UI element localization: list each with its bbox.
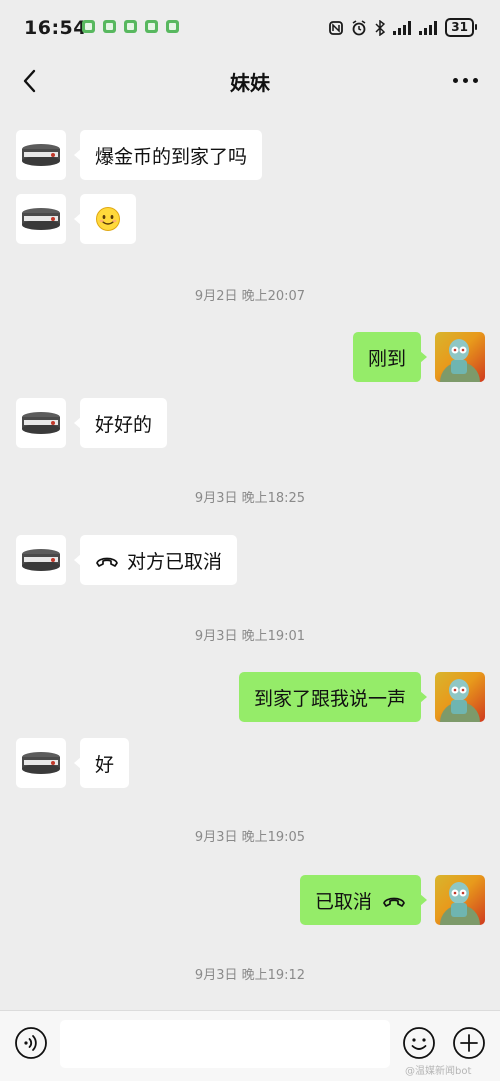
hang-up-phone-icon bbox=[96, 557, 118, 567]
contact-avatar[interactable] bbox=[16, 398, 66, 448]
chat-header: 妹妹 bbox=[0, 56, 500, 106]
message-input[interactable] bbox=[60, 1020, 390, 1068]
timestamp: 9月2日 晚上20:07 bbox=[194, 289, 306, 304]
hang-up-phone-icon bbox=[383, 897, 405, 907]
wechat-notification-icon bbox=[103, 20, 116, 33]
message-text: 到家了跟我说一声 bbox=[253, 687, 406, 710]
watermark: @温媒新闻bot bbox=[405, 1066, 472, 1077]
message-row: 刚到 bbox=[352, 332, 485, 382]
wechat-notification-icon bbox=[166, 20, 179, 33]
signal-icon bbox=[393, 20, 412, 35]
contact-avatar[interactable] bbox=[16, 130, 66, 180]
message-row: 爆金币的到家了吗 bbox=[16, 130, 263, 180]
message-text: 刚到 bbox=[367, 347, 406, 370]
alarm-icon bbox=[352, 19, 366, 35]
chat-title: 妹妹 bbox=[230, 71, 270, 95]
clock: 16:54 bbox=[24, 17, 87, 39]
user-avatar-image bbox=[440, 679, 480, 722]
message-row: 已取消 bbox=[299, 875, 485, 925]
message-bubble[interactable]: 爆金币的到家了吗 bbox=[73, 130, 263, 180]
wechat-notification-icon bbox=[145, 20, 158, 33]
user-avatar[interactable] bbox=[435, 332, 485, 382]
contact-avatar-image bbox=[22, 208, 60, 230]
message-bubble[interactable]: 好 bbox=[73, 738, 130, 788]
bluetooth-icon bbox=[375, 19, 386, 36]
more-options-icon[interactable] bbox=[453, 78, 478, 83]
message-text: 好好的 bbox=[95, 413, 153, 436]
wechat-notification-icon bbox=[124, 20, 137, 33]
contact-avatar-image bbox=[22, 144, 60, 166]
message-row: 好 bbox=[16, 738, 130, 788]
message-text: 已取消 bbox=[314, 890, 372, 913]
message-text: 爆金币的到家了吗 bbox=[95, 145, 248, 168]
timestamp: 9月3日 晚上19:01 bbox=[194, 629, 306, 644]
add-more-icon[interactable] bbox=[452, 1026, 486, 1060]
contact-avatar[interactable] bbox=[16, 738, 66, 788]
notification-icons bbox=[82, 20, 179, 33]
message-bubble[interactable]: 好好的 bbox=[73, 398, 168, 448]
status-bar: 16:54 31 bbox=[0, 0, 500, 56]
message-row: 到家了跟我说一声 bbox=[238, 672, 485, 722]
contact-avatar[interactable] bbox=[16, 535, 66, 585]
smiling-face-emoji-icon bbox=[96, 207, 120, 231]
nfc-icon bbox=[329, 20, 344, 35]
wechat-notification-icon bbox=[82, 20, 95, 33]
message-text: 好 bbox=[95, 753, 115, 776]
call-record-bubble[interactable]: 已取消 bbox=[299, 875, 428, 925]
call-record-bubble[interactable]: 对方已取消 bbox=[73, 535, 238, 585]
voice-input-icon[interactable] bbox=[14, 1026, 48, 1060]
user-avatar[interactable] bbox=[435, 672, 485, 722]
message-row: 好好的 bbox=[16, 398, 168, 448]
message-bubble[interactable]: 到家了跟我说一声 bbox=[238, 672, 428, 722]
emoji-icon[interactable] bbox=[402, 1026, 436, 1060]
timestamp: 9月3日 晚上18:25 bbox=[194, 491, 306, 506]
message-row bbox=[16, 194, 136, 244]
system-icons: 31 bbox=[329, 18, 477, 37]
message-text: 对方已取消 bbox=[127, 550, 223, 573]
contact-avatar-image bbox=[22, 412, 60, 434]
timestamp: 9月3日 晚上19:12 bbox=[194, 968, 306, 983]
message-bubble[interactable]: 刚到 bbox=[352, 332, 428, 382]
signal-icon-2 bbox=[419, 20, 438, 35]
message-row: 对方已取消 bbox=[16, 535, 238, 585]
timestamp: 9月3日 晚上19:05 bbox=[194, 830, 306, 845]
user-avatar[interactable] bbox=[435, 875, 485, 925]
battery-icon: 31 bbox=[445, 18, 477, 37]
contact-avatar[interactable] bbox=[16, 194, 66, 244]
contact-avatar-image bbox=[22, 549, 60, 571]
contact-avatar-image bbox=[22, 752, 60, 774]
user-avatar-image bbox=[440, 339, 480, 382]
message-bubble[interactable] bbox=[74, 194, 136, 244]
user-avatar-image bbox=[440, 882, 480, 925]
